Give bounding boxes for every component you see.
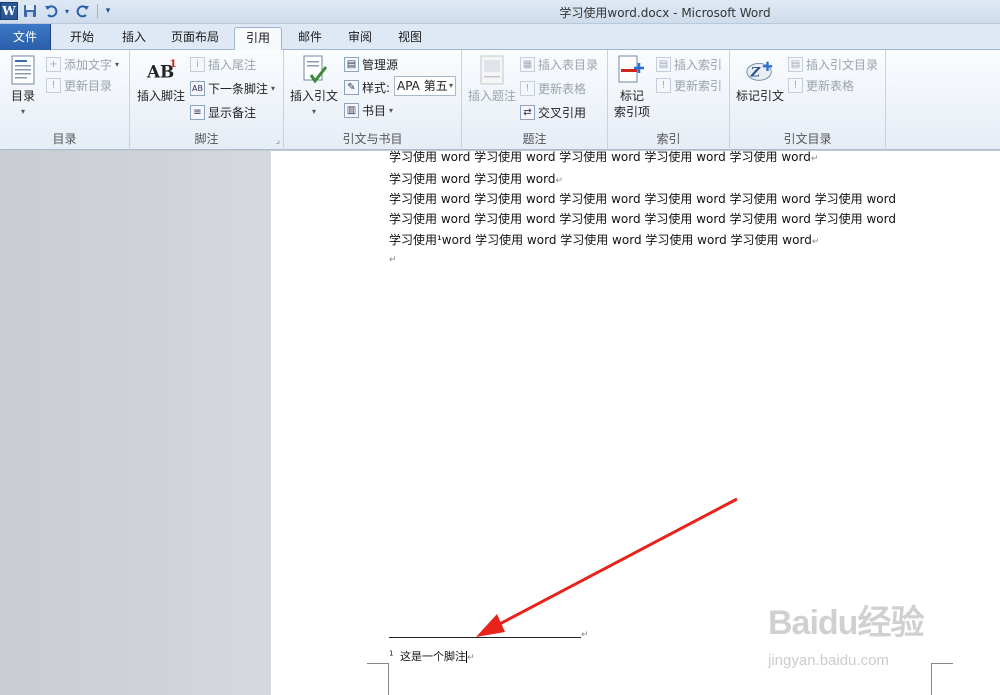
watermark: Baidu经验 jingyan.baidu.com xyxy=(760,590,950,680)
watermark-logo: Baidu经验 xyxy=(768,604,924,642)
watermark-url: jingyan.baidu.com xyxy=(768,652,889,669)
